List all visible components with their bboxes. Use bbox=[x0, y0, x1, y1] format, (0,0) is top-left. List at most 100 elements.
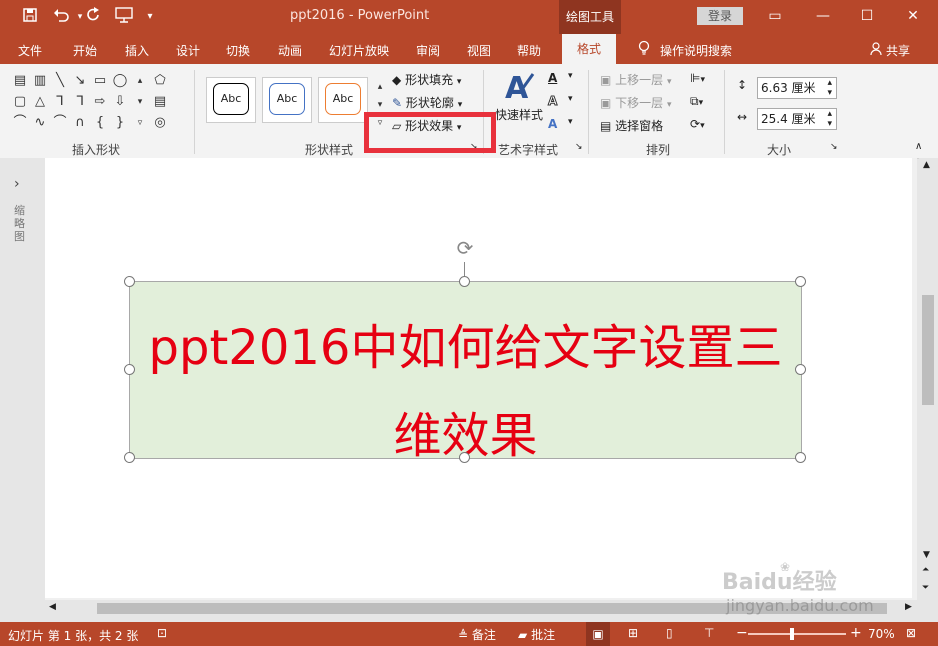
ribbon-display-icon[interactable]: ▭ bbox=[760, 5, 790, 27]
customize-icon[interactable]: ▾ bbox=[140, 7, 160, 27]
group-objects-icon[interactable]: ⧉▾ bbox=[690, 94, 703, 109]
tell-me-search[interactable]: 操作说明搜索 bbox=[660, 42, 732, 59]
spinner-icon[interactable]: ▴ ▾ bbox=[827, 78, 832, 98]
gallery-more-icon[interactable]: ▿ bbox=[132, 116, 148, 130]
elbow-connector-shape-icon[interactable]: ⅂ bbox=[52, 95, 68, 109]
maximize-icon[interactable]: ☐ bbox=[852, 5, 882, 27]
brace-shape-icon[interactable]: { bbox=[92, 116, 108, 130]
curved-connector-shape-icon[interactable]: ᒣ bbox=[72, 95, 88, 109]
align-icon[interactable]: ⊫▾ bbox=[690, 71, 705, 85]
scroll-right-icon[interactable]: ▶ bbox=[905, 602, 912, 612]
scroll-left-icon[interactable]: ◀ bbox=[49, 602, 56, 612]
tab-transitions[interactable]: 切换 bbox=[226, 42, 250, 59]
send-backward-button[interactable]: ▣ 下移一层 ▾ bbox=[600, 94, 672, 111]
undo-icon[interactable] bbox=[52, 7, 72, 27]
minimize-icon[interactable]: — bbox=[808, 5, 838, 27]
wordart-quick-styles-icon[interactable]: A bbox=[503, 70, 535, 107]
rotate-handle-icon[interactable]: ⟳ bbox=[453, 236, 477, 260]
zoom-out-icon[interactable]: − bbox=[736, 625, 748, 641]
selected-textbox[interactable]: ppt2016中如何给文字设置三 维效果 bbox=[129, 281, 802, 464]
spellcheck-icon[interactable]: ⊡ bbox=[157, 626, 167, 640]
scribble-shape-icon[interactable]: ∿ bbox=[32, 116, 48, 130]
resize-handle-n[interactable] bbox=[459, 276, 470, 287]
resize-handle-s[interactable] bbox=[459, 452, 470, 463]
right-arrow-shape-icon[interactable]: ⇨ bbox=[92, 95, 108, 109]
text-effects-icon[interactable]: A bbox=[548, 117, 557, 131]
dialog-launcher-icon[interactable]: ↘ bbox=[830, 142, 838, 152]
resize-handle-w[interactable] bbox=[124, 364, 135, 375]
slideshow-view-icon[interactable]: ⊤ bbox=[704, 626, 714, 640]
close-icon[interactable]: ✕ bbox=[898, 5, 928, 27]
shape-fill-button[interactable]: ◆ 形状填充 ▾ bbox=[392, 71, 461, 88]
rounded-rect-shape-icon[interactable]: ▢ bbox=[12, 95, 28, 109]
dialog-launcher-icon[interactable]: ↘ bbox=[575, 142, 583, 152]
rotate-icon[interactable]: ⟳▾ bbox=[690, 117, 705, 131]
redo-icon[interactable] bbox=[84, 7, 104, 27]
shape-style-preview-1[interactable]: Abc bbox=[206, 77, 256, 123]
height-field[interactable]: 6.63 厘米 ▴ ▾ bbox=[757, 77, 837, 99]
arc-shape-icon[interactable]: ∩ bbox=[72, 116, 88, 130]
share-button[interactable]: 共享 bbox=[886, 42, 910, 59]
tab-view[interactable]: 视图 bbox=[467, 42, 491, 59]
gallery-down-icon[interactable]: ▾ bbox=[132, 95, 148, 109]
brace-right-shape-icon[interactable]: } bbox=[112, 116, 128, 130]
gallery-up-icon[interactable]: ▴ bbox=[132, 74, 148, 88]
zoom-level[interactable]: 70% bbox=[868, 627, 895, 641]
style-gallery-down-icon[interactable]: ▾ bbox=[372, 98, 388, 112]
next-slide-icon[interactable]: ⏷ bbox=[922, 583, 929, 593]
fit-to-window-icon[interactable]: ⊠ bbox=[906, 626, 916, 640]
bring-forward-button[interactable]: ▣ 上移一层 ▾ bbox=[600, 71, 672, 88]
expand-pane-icon[interactable]: › bbox=[14, 176, 20, 192]
save-icon[interactable] bbox=[20, 7, 40, 27]
normal-view-icon[interactable]: ▣ bbox=[586, 622, 610, 646]
rectangle-shape-icon[interactable]: ▭ bbox=[92, 74, 108, 88]
notes-button[interactable]: ≜ 备注 bbox=[458, 626, 496, 643]
arrow-line-shape-icon[interactable]: ↘ bbox=[72, 74, 88, 88]
thumbnail-pane-collapsed[interactable]: › 缩略图 bbox=[0, 158, 45, 622]
vertical-scroll-thumb[interactable] bbox=[922, 295, 934, 405]
chevron-down-icon[interactable]: ▾ bbox=[568, 71, 573, 81]
zoom-slider-thumb[interactable] bbox=[790, 628, 795, 640]
previous-slide-icon[interactable]: ⏶ bbox=[922, 565, 929, 575]
spinner-icon[interactable]: ▴ ▾ bbox=[827, 109, 832, 129]
resize-handle-e[interactable] bbox=[795, 364, 806, 375]
tab-animations[interactable]: 动画 bbox=[278, 42, 302, 59]
scroll-up-icon[interactable]: ▲ bbox=[923, 160, 930, 170]
vertical-textbox-shape-icon[interactable]: ▥ bbox=[32, 74, 48, 88]
tab-help[interactable]: 帮助 bbox=[517, 42, 541, 59]
slide-sorter-icon[interactable]: ⊞ bbox=[628, 626, 638, 640]
zoom-in-icon[interactable]: + bbox=[850, 625, 862, 641]
collapse-ribbon-icon[interactable]: ∧ bbox=[915, 141, 922, 152]
resize-handle-se[interactable] bbox=[795, 452, 806, 463]
reading-view-icon[interactable]: ▯ bbox=[666, 626, 673, 640]
present-icon[interactable] bbox=[114, 7, 134, 27]
tab-slideshow[interactable]: 幻灯片放映 bbox=[329, 42, 389, 59]
style-gallery-up-icon[interactable]: ▴ bbox=[372, 80, 388, 94]
resize-handle-ne[interactable] bbox=[795, 276, 806, 287]
line-shape-icon[interactable]: ╲ bbox=[52, 74, 68, 88]
tab-design[interactable]: 设计 bbox=[176, 42, 200, 59]
shape-style-preview-2[interactable]: Abc bbox=[262, 77, 312, 123]
tab-insert[interactable]: 插入 bbox=[125, 42, 149, 59]
comments-button[interactable]: ▰ 批注 bbox=[518, 626, 555, 643]
tab-review[interactable]: 审阅 bbox=[416, 42, 440, 59]
down-arrow-shape-icon[interactable]: ⇩ bbox=[112, 95, 128, 109]
tab-file[interactable]: 文件 bbox=[18, 42, 42, 59]
resize-handle-sw[interactable] bbox=[124, 452, 135, 463]
selection-pane-button[interactable]: ▤ 选择窗格 bbox=[600, 117, 663, 134]
login-button[interactable]: 登录 bbox=[697, 7, 743, 25]
curve-shape-icon[interactable]: ⌒ bbox=[52, 116, 68, 130]
text-fill-icon[interactable]: A bbox=[548, 71, 557, 85]
chevron-down-icon[interactable]: ▾ bbox=[568, 117, 573, 127]
width-field[interactable]: 25.4 厘米 ▴ ▾ bbox=[757, 108, 837, 130]
scroll-down-icon[interactable]: ▼ bbox=[923, 550, 930, 560]
tab-format[interactable]: 格式 bbox=[562, 34, 616, 64]
resize-handle-nw[interactable] bbox=[124, 276, 135, 287]
merge-shapes-icon[interactable]: ◎ bbox=[152, 116, 168, 130]
edit-shape-icon[interactable]: ⬠ bbox=[152, 74, 168, 88]
zoom-slider[interactable] bbox=[748, 633, 846, 635]
textbox-icon[interactable]: ▤ bbox=[152, 95, 168, 109]
oval-shape-icon[interactable]: ◯ bbox=[112, 74, 128, 88]
shape-style-preview-3[interactable]: Abc bbox=[318, 77, 368, 123]
vertical-scrollbar[interactable]: ▲ ▼ ⏶ ⏷ bbox=[919, 158, 938, 603]
